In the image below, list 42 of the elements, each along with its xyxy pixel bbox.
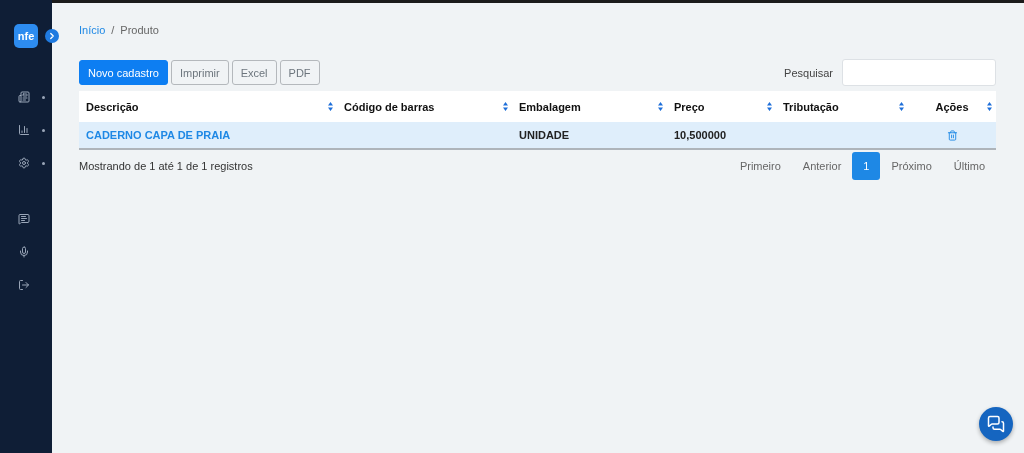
column-header[interactable]: Ações <box>908 91 996 122</box>
table-cell: UNIDADE <box>512 122 667 150</box>
logo: nfe <box>14 24 38 48</box>
new-record-button[interactable]: Novo cadastro <box>79 60 168 85</box>
chevron-right-icon <box>47 31 57 41</box>
search-label: Pesquisar <box>784 66 833 79</box>
settings-icon <box>18 157 30 169</box>
table-cell: 10,500000 <box>667 122 776 150</box>
column-header[interactable]: Preço <box>667 91 776 122</box>
breadcrumb-link[interactable]: Início <box>79 24 106 36</box>
export-button[interactable]: Imprimir <box>170 60 229 85</box>
help-icon <box>18 213 30 225</box>
delete-icon[interactable] <box>946 129 958 141</box>
sort-icon <box>899 102 904 111</box>
microphone-icon <box>18 246 30 258</box>
chat-icon <box>987 415 1005 433</box>
export-button[interactable]: PDF <box>279 60 320 85</box>
column-header[interactable]: Tributação <box>776 91 908 122</box>
column-header[interactable]: Descrição <box>79 91 337 122</box>
records-info: Mostrando de 1 até 1 de 1 registros <box>79 160 253 172</box>
pagination-button[interactable]: 1 <box>852 152 881 180</box>
sidebar-toggle-button[interactable] <box>45 29 59 43</box>
sort-icon <box>658 102 663 111</box>
sort-icon <box>767 102 772 111</box>
logout-icon <box>18 279 30 291</box>
table-cell[interactable]: CADERNO CAPA DE PRAIA <box>79 122 337 150</box>
newspaper-icon <box>18 91 30 103</box>
chat-button[interactable] <box>979 407 1013 441</box>
export-button[interactable]: Excel <box>231 60 277 85</box>
column-header[interactable]: Código de barras <box>337 91 512 122</box>
pagination-button[interactable]: Próximo <box>880 152 943 180</box>
sort-icon <box>503 102 508 111</box>
breadcrumb-separator: / <box>111 24 115 36</box>
sort-icon <box>987 102 992 111</box>
column-header[interactable]: Embalagem <box>512 91 667 122</box>
pagination-button[interactable]: Primeiro <box>728 152 792 180</box>
bar-chart-icon <box>18 124 30 136</box>
pagination-button[interactable]: Último <box>942 152 996 180</box>
search-field[interactable] <box>842 59 996 86</box>
sort-icon <box>328 102 333 111</box>
pagination-button[interactable]: Anterior <box>791 152 853 180</box>
page-title: Produto <box>120 24 159 36</box>
